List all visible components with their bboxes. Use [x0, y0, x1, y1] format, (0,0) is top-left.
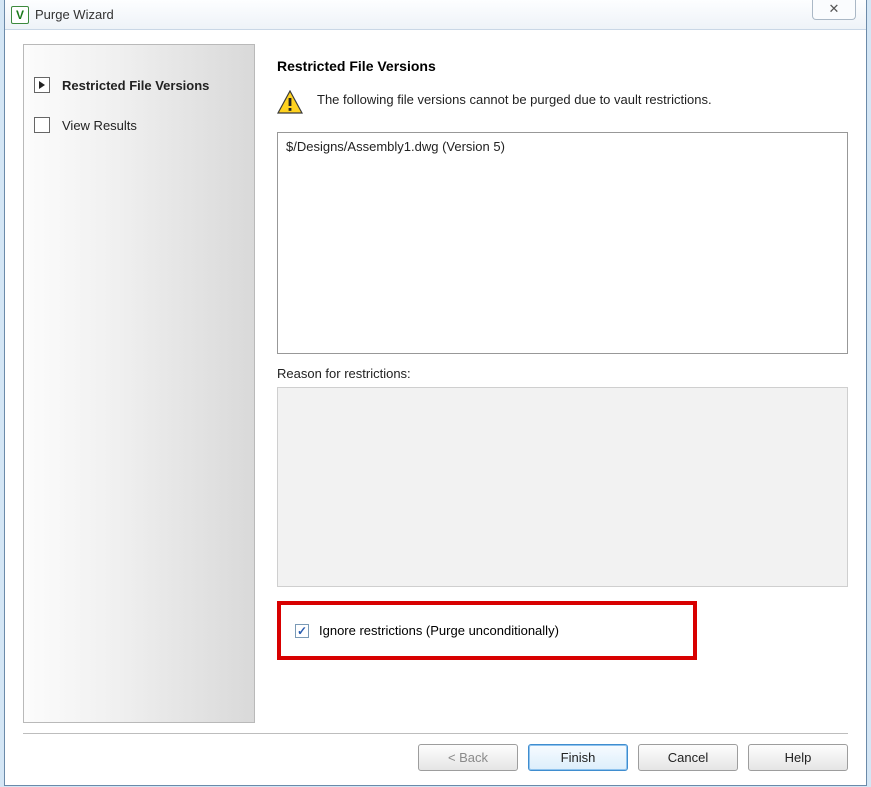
warning-icon: [277, 90, 303, 114]
reason-label: Reason for restrictions:: [277, 366, 848, 381]
step-label: View Results: [62, 118, 137, 133]
step-view-results[interactable]: View Results: [24, 111, 254, 151]
titlebar: V Purge Wizard ✕: [5, 0, 866, 30]
wizard-content: Restricted File Versions The following f…: [277, 44, 848, 723]
help-button[interactable]: Help: [748, 744, 848, 771]
ignore-restrictions-highlight: Ignore restrictions (Purge unconditional…: [277, 601, 697, 660]
empty-box-icon: [34, 117, 50, 133]
info-row: The following file versions cannot be pu…: [277, 90, 848, 114]
step-restricted-file-versions[interactable]: Restricted File Versions: [24, 71, 254, 111]
step-label: Restricted File Versions: [62, 78, 209, 93]
app-icon: V: [11, 6, 29, 24]
ignore-restrictions-checkbox[interactable]: [295, 624, 309, 638]
cancel-button[interactable]: Cancel: [638, 744, 738, 771]
ignore-restrictions-label: Ignore restrictions (Purge unconditional…: [319, 623, 559, 638]
page-heading: Restricted File Versions: [277, 58, 848, 74]
purge-wizard-window: V Purge Wizard ✕ Restricted File Version…: [4, 0, 867, 786]
separator: [23, 733, 848, 734]
dialog-body: Restricted File Versions View Results Re…: [5, 30, 866, 785]
info-text: The following file versions cannot be pu…: [317, 90, 712, 107]
close-icon: ✕: [829, 1, 840, 17]
list-item[interactable]: $/Designs/Assembly1.dwg (Version 5): [286, 139, 839, 154]
restricted-files-list[interactable]: $/Designs/Assembly1.dwg (Version 5): [277, 132, 848, 354]
window-title: Purge Wizard: [35, 7, 114, 22]
finish-button[interactable]: Finish: [528, 744, 628, 771]
wizard-steps-sidebar: Restricted File Versions View Results: [23, 44, 255, 723]
button-label: Finish: [561, 750, 596, 765]
button-label: < Back: [448, 750, 488, 765]
back-button[interactable]: < Back: [418, 744, 518, 771]
button-label: Help: [785, 750, 812, 765]
arrow-right-icon: [34, 77, 50, 93]
button-label: Cancel: [668, 750, 708, 765]
close-button[interactable]: ✕: [812, 0, 856, 20]
button-row: < Back Finish Cancel Help: [23, 744, 848, 775]
reason-textbox: [277, 387, 848, 587]
